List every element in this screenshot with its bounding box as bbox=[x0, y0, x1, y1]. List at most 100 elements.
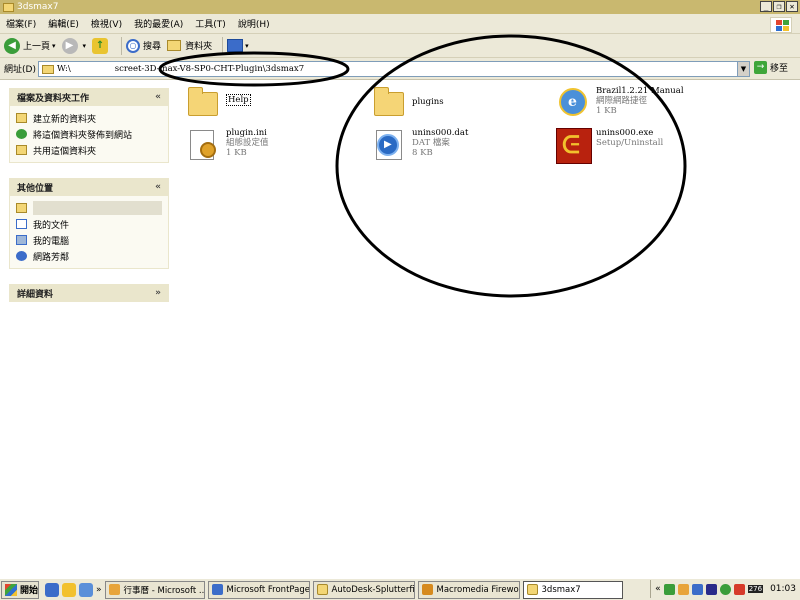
window-title: 3dsmax7 bbox=[17, 2, 59, 12]
details-title: 詳細資料 bbox=[17, 289, 54, 300]
task-label: 將這個資料夾發佈到網站 bbox=[33, 130, 133, 141]
setup-app-icon: ᕮ bbox=[556, 128, 592, 164]
windows-flag-icon bbox=[5, 583, 17, 596]
collapse-icon[interactable]: « bbox=[155, 92, 161, 102]
chevron-down-icon[interactable]: ▾ bbox=[52, 42, 56, 50]
network-icon bbox=[16, 251, 27, 261]
search-button[interactable]: ○ 搜尋 bbox=[126, 38, 162, 53]
task-publish-web[interactable]: 將這個資料夾發佈到網站 bbox=[16, 126, 162, 142]
other-places-panel: 其他位置 « 我的文件 我的電腦 網路芳鄰 bbox=[9, 178, 169, 269]
ie-icon[interactable] bbox=[45, 582, 59, 597]
place-label: 我的電腦 bbox=[33, 236, 70, 247]
documents-icon bbox=[16, 219, 27, 229]
chevron-left-icon[interactable]: « bbox=[655, 584, 661, 594]
address-input[interactable]: W:\ screet-3D-max-V8-SP0-CHT-Plugin\3dsm… bbox=[38, 61, 750, 77]
other-places-title: 其他位置 bbox=[17, 183, 54, 194]
up-button[interactable]: ↑ bbox=[92, 37, 111, 54]
clock: 01:03 bbox=[770, 584, 796, 594]
go-button[interactable]: → 移至 bbox=[754, 61, 788, 74]
file-size: 1 KB bbox=[596, 106, 617, 116]
close-button[interactable]: ✕ bbox=[786, 1, 798, 12]
taskbar-button-autodesk[interactable]: AutoDesk-Splutterfi... bbox=[312, 580, 415, 599]
menu-bar: 檔案(F) 編輯(E) 檢視(V) 我的最愛(A) 工具(T) 說明(H) bbox=[0, 14, 800, 34]
taskbar-button-label: 行事曆 - Microsoft ... bbox=[123, 585, 205, 596]
menu-favorites[interactable]: 我的最愛(A) bbox=[134, 17, 183, 30]
file-tasks-title: 檔案及資料夾工作 bbox=[17, 93, 90, 104]
folders-button[interactable]: 資料夾 bbox=[167, 39, 212, 52]
file-tasks-header[interactable]: 檔案及資料夾工作 « bbox=[9, 88, 169, 106]
file-type: 網際網路捷徑 bbox=[596, 96, 648, 106]
outlook-icon[interactable] bbox=[62, 582, 76, 597]
place-label: 我的文件 bbox=[33, 220, 70, 231]
chevron-right-icon[interactable]: » bbox=[96, 585, 102, 595]
restore-button[interactable]: ❐ bbox=[773, 1, 785, 12]
menu-file[interactable]: 檔案(F) bbox=[6, 17, 36, 30]
task-new-folder[interactable]: 建立新的資料夾 bbox=[16, 110, 162, 126]
file-item-plugin-ini[interactable]: plugin.ini 組態設定值 1 KB bbox=[186, 128, 269, 162]
back-button[interactable]: ◀ 上一頁 ▾ bbox=[4, 37, 56, 54]
file-type: Setup/Uninstall bbox=[596, 138, 664, 148]
search-icon: ○ bbox=[126, 38, 141, 53]
file-item-brazil-manual[interactable]: e Brazil1.2.21 Manual 網際網路捷徑 1 KB bbox=[556, 86, 684, 120]
system-tray: « 276 01:03 bbox=[650, 580, 800, 598]
other-places-body: 我的文件 我的電腦 網路芳鄰 bbox=[9, 196, 169, 269]
place-my-computer[interactable]: 我的電腦 bbox=[16, 232, 162, 248]
file-type: DAT 檔案 bbox=[412, 138, 450, 148]
tray-icon-1[interactable] bbox=[663, 583, 675, 595]
collapse-icon[interactable]: « bbox=[155, 182, 161, 192]
calendar-icon bbox=[108, 584, 120, 595]
forward-button[interactable]: ▶ ▾ bbox=[61, 37, 87, 54]
file-item-unins-dat[interactable]: ▶ unins000.dat DAT 檔案 8 KB bbox=[372, 128, 468, 162]
taskbar-button-frontpage[interactable]: Microsoft FrontPage... bbox=[207, 580, 310, 599]
search-label: 搜尋 bbox=[143, 42, 162, 52]
chevron-down-icon[interactable]: ▾ bbox=[245, 42, 249, 50]
file-size: 8 KB bbox=[412, 148, 433, 158]
taskbar-button-3dsmax7[interactable]: 3dsmax7 bbox=[522, 580, 623, 599]
taskbar-button-label: Macromedia Firewo... bbox=[436, 584, 520, 595]
place-my-documents[interactable]: 我的文件 bbox=[16, 216, 162, 232]
address-path: screet-3D-max-V8-SP0-CHT-Plugin\3dsmax7 bbox=[114, 64, 305, 74]
task-label: 建立新的資料夾 bbox=[33, 114, 97, 125]
details-header[interactable]: 詳細資料 » bbox=[9, 284, 169, 302]
file-name: Brazil1.2.21 Manual bbox=[596, 86, 684, 96]
quick-launch: » bbox=[45, 582, 102, 597]
file-tasks-body: 建立新的資料夾 將這個資料夾發佈到網站 共用這個資料夾 bbox=[9, 106, 169, 163]
back-label: 上一頁 bbox=[23, 42, 51, 52]
tray-icon-5[interactable] bbox=[719, 583, 731, 595]
file-item-unins-exe[interactable]: ᕮ unins000.exe Setup/Uninstall bbox=[556, 128, 664, 164]
tray-icon-4[interactable] bbox=[705, 583, 717, 595]
title-bar: 3dsmax7 _ ❐ ✕ bbox=[0, 0, 800, 14]
desktop-icon[interactable] bbox=[79, 582, 93, 597]
taskbar-button-label: Microsoft FrontPage... bbox=[226, 584, 310, 595]
tray-icon-3[interactable] bbox=[691, 583, 703, 595]
task-share-folder[interactable]: 共用這個資料夾 bbox=[16, 142, 162, 158]
other-places-header[interactable]: 其他位置 « bbox=[9, 178, 169, 196]
menu-tools[interactable]: 工具(T) bbox=[195, 17, 226, 30]
taskbar-button-calendar[interactable]: 行事曆 - Microsoft ... bbox=[104, 580, 205, 599]
file-item-plugins[interactable]: plugins bbox=[372, 86, 444, 120]
address-dropdown-icon[interactable]: ▼ bbox=[737, 62, 749, 76]
toolbar-divider bbox=[121, 36, 123, 55]
folder-icon bbox=[3, 2, 14, 12]
menu-edit[interactable]: 編輯(E) bbox=[48, 17, 79, 30]
tray-icon-6[interactable] bbox=[733, 583, 745, 595]
place-network[interactable]: 網路芳鄰 bbox=[16, 248, 162, 264]
taskbar-button-fireworks[interactable]: Macromedia Firewo... bbox=[417, 580, 520, 599]
place-redacted[interactable] bbox=[16, 200, 162, 216]
expand-icon[interactable]: » bbox=[155, 288, 161, 298]
taskbar-button-label: 3dsmax7 bbox=[541, 584, 581, 595]
folder-icon bbox=[186, 86, 220, 120]
menu-view[interactable]: 檢視(V) bbox=[91, 17, 122, 30]
start-button[interactable]: 開始 bbox=[1, 580, 39, 599]
views-button[interactable]: ▾ bbox=[227, 39, 249, 52]
address-redaction bbox=[70, 64, 115, 74]
minimize-button[interactable]: _ bbox=[760, 1, 772, 12]
file-item-help[interactable]: Help bbox=[186, 86, 251, 120]
tray-icon-2[interactable] bbox=[677, 583, 689, 595]
chevron-down-icon[interactable]: ▾ bbox=[83, 42, 87, 50]
file-name: plugin.ini bbox=[226, 128, 267, 138]
file-size: 1 KB bbox=[226, 148, 247, 158]
folders-label: 資料夾 bbox=[185, 42, 213, 52]
file-name: unins000.dat bbox=[412, 128, 469, 138]
menu-help[interactable]: 說明(H) bbox=[238, 17, 270, 30]
